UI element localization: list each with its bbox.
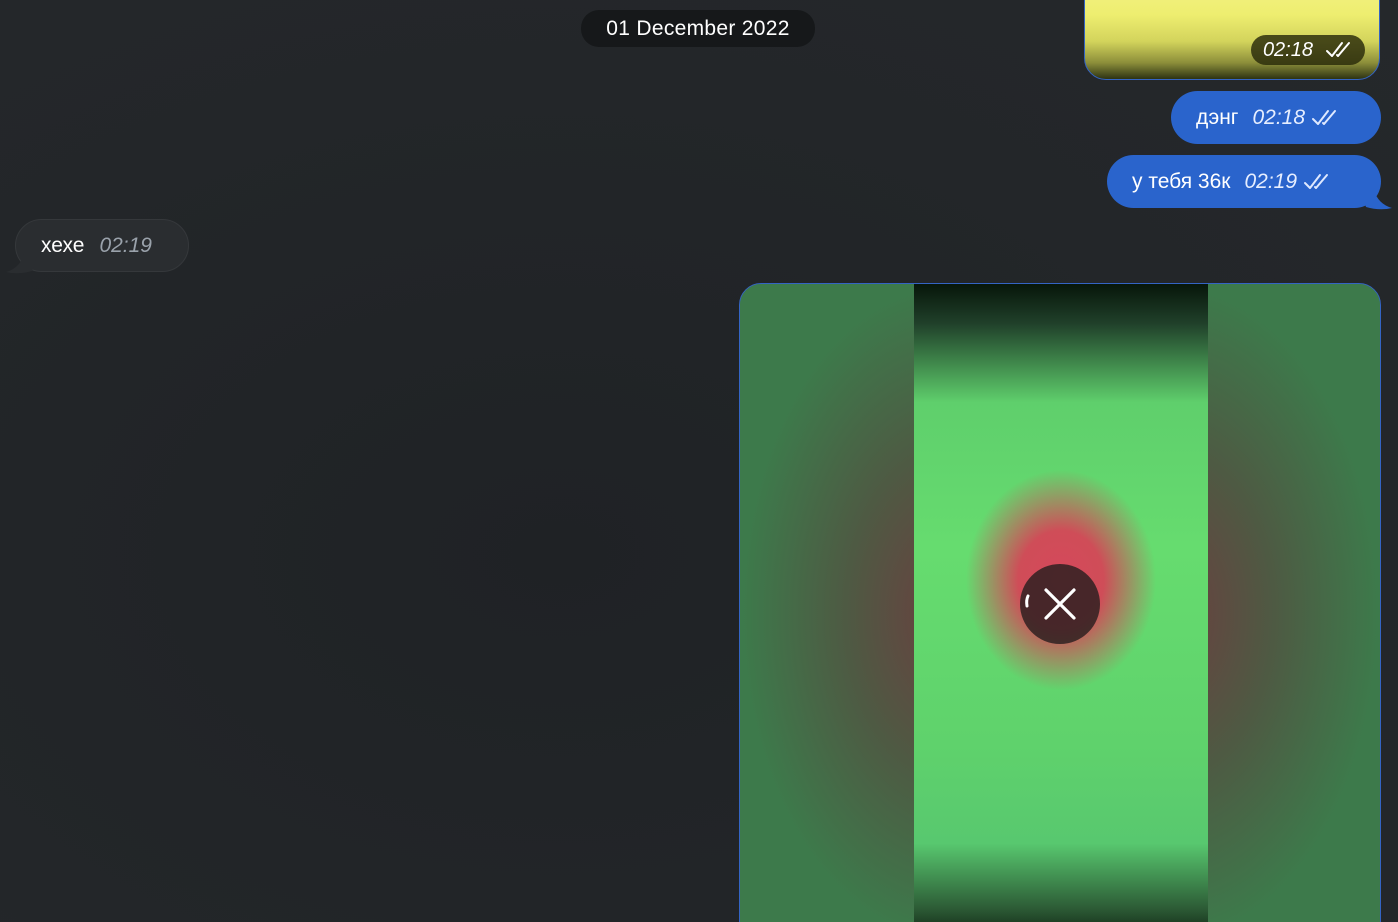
cancel-upload-button[interactable] — [1020, 564, 1100, 644]
date-separator: 01 December 2022 — [581, 10, 815, 47]
message-text: хехе — [41, 233, 85, 257]
message-time: 02:19 — [99, 233, 152, 257]
bubble-tail — [6, 254, 38, 274]
double-check-icon — [1311, 109, 1341, 127]
message-text: у тебя 36к — [1132, 169, 1231, 193]
media-message-video[interactable] — [739, 283, 1381, 922]
double-check-icon — [1303, 173, 1333, 191]
video-blur-right — [1206, 284, 1380, 922]
media-message-photo[interactable]: 02:18 — [1084, 0, 1380, 80]
bubble-tail — [1360, 190, 1392, 210]
chat-history[interactable]: 01 December 2022 02:18 дэнг 02:18 у тебя… — [0, 0, 1398, 922]
message-bubble-outgoing[interactable]: дэнг 02:18 — [1171, 91, 1381, 144]
message-bubble-outgoing[interactable]: у тебя 36к 02:19 — [1107, 155, 1381, 208]
message-text: дэнг — [1196, 105, 1239, 129]
message-time: 02:19 — [1244, 169, 1298, 193]
video-blur-left — [740, 284, 914, 922]
double-check-icon — [1325, 41, 1355, 59]
close-icon — [1025, 588, 1076, 620]
message-bubble-incoming[interactable]: хехе 02:19 — [15, 219, 189, 272]
message-time: 02:18 — [1252, 105, 1306, 129]
message-time: 02:18 — [1262, 38, 1313, 61]
message-time-badge: 02:18 — [1250, 35, 1365, 65]
